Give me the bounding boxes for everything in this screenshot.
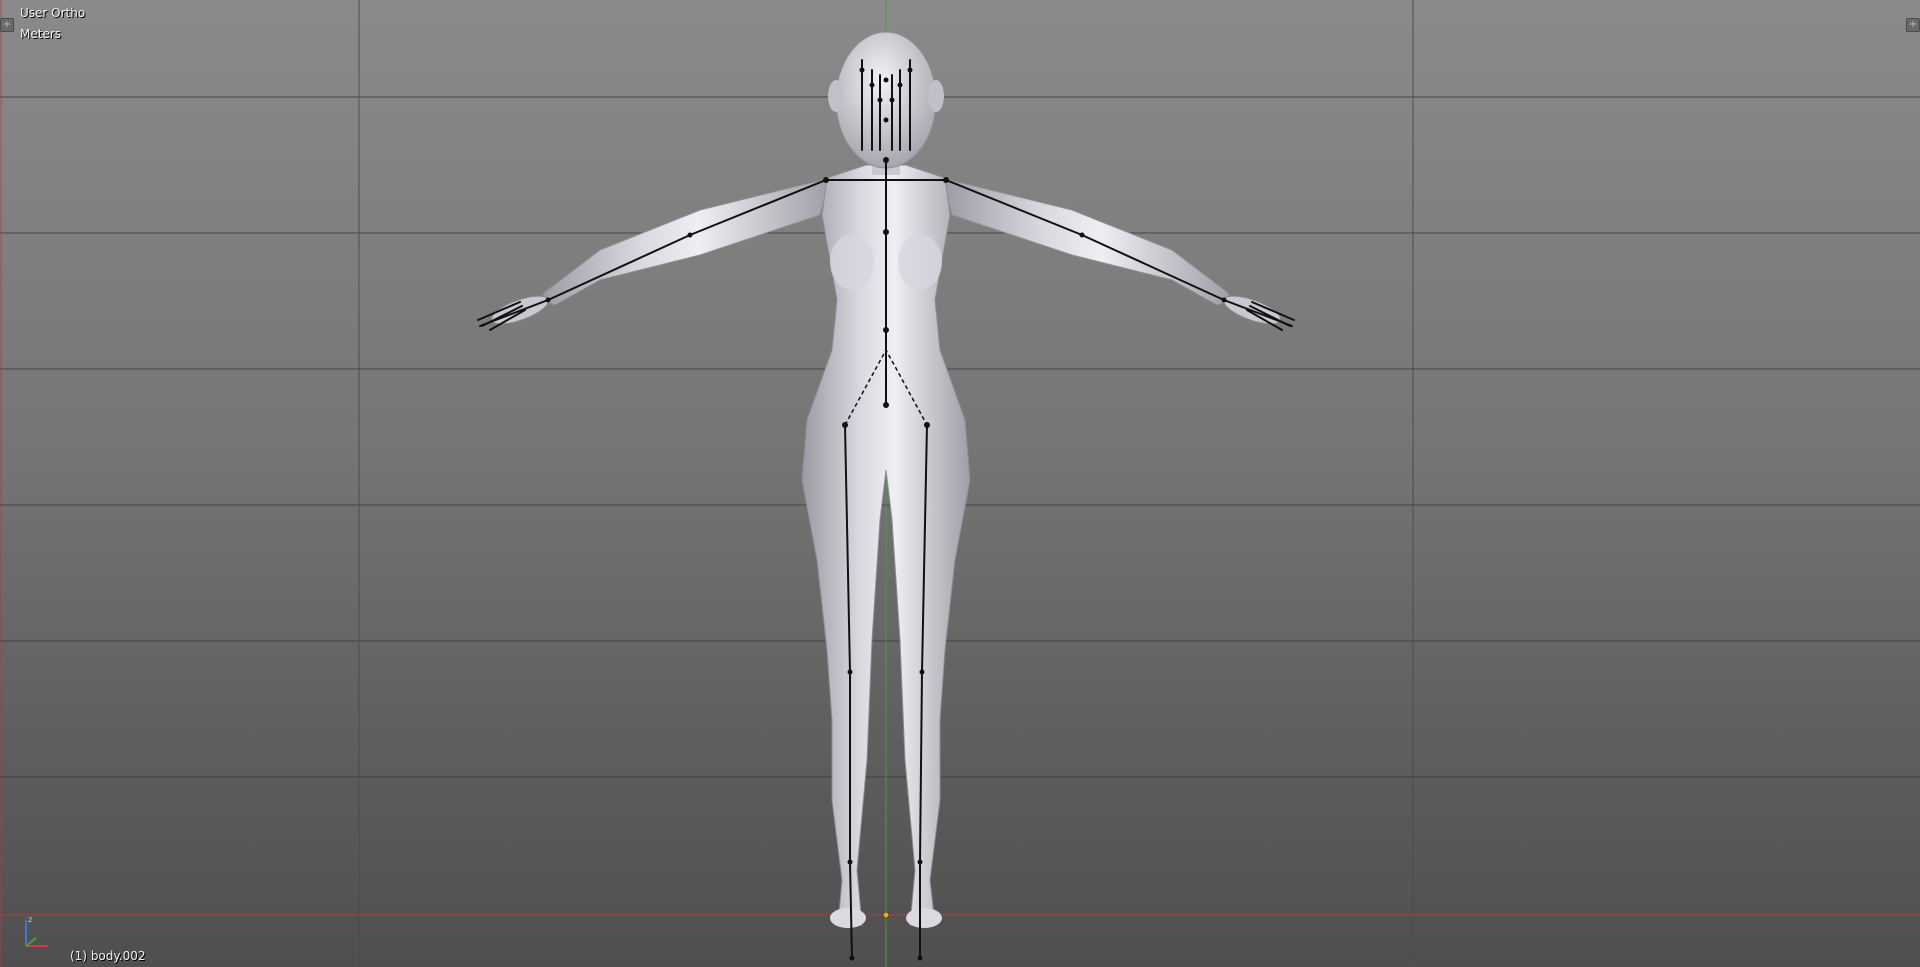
right-foot-mesh xyxy=(906,908,942,928)
units-label: Meters xyxy=(20,27,62,41)
head-mesh xyxy=(835,31,937,169)
left-foot-mesh xyxy=(830,908,866,928)
xyz-axes-icon: z xyxy=(25,915,48,947)
chest-left-mesh xyxy=(830,234,874,290)
view-name-label: User Ortho xyxy=(20,6,86,20)
scene-canvas[interactable] xyxy=(0,0,1920,967)
plus-icon[interactable]: + xyxy=(1906,18,1920,32)
right-ear-mesh xyxy=(928,80,944,112)
object-origin xyxy=(882,911,890,919)
3d-viewport[interactable]: User Ortho Meters (1) body.002 + + z xyxy=(0,0,1920,967)
svg-text:z: z xyxy=(28,915,32,924)
chest-right-mesh xyxy=(898,234,942,290)
active-object-label: (1) body.002 xyxy=(70,949,146,963)
left-ear-mesh xyxy=(828,80,844,112)
plus-icon[interactable]: + xyxy=(0,18,14,32)
